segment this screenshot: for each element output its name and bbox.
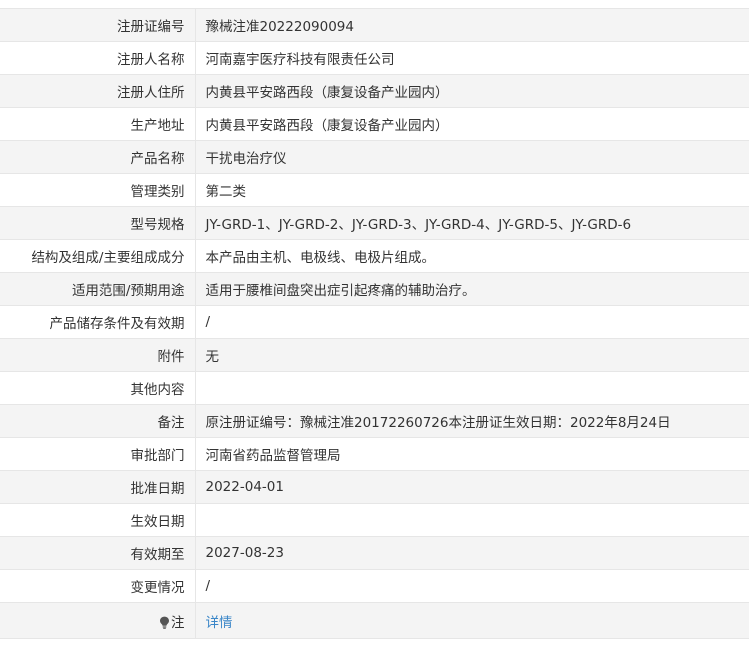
field-label: 生效日期 — [0, 503, 196, 537]
table-row: 产品名称 干扰电治疗仪 — [0, 140, 749, 174]
table-row: 适用范围/预期用途 适用于腰椎间盘突出症引起疼痛的辅助治疗。 — [0, 272, 749, 306]
field-label: 注册人住所 — [0, 74, 196, 108]
table-row: 变更情况 / — [0, 569, 749, 603]
field-value — [195, 371, 749, 405]
registration-info-table: 注册证编号 豫械注准20222090094 注册人名称 河南嘉宇医疗科技有限责任… — [0, 8, 749, 639]
table-row: 注册证编号 豫械注准20222090094 — [0, 8, 749, 42]
table-row: 型号规格 JY-GRD-1、JY-GRD-2、JY-GRD-3、JY-GRD-4… — [0, 206, 749, 240]
field-value: 第二类 — [195, 173, 749, 207]
table-row: 生效日期 — [0, 503, 749, 537]
table-row: 附件 无 — [0, 338, 749, 372]
field-value: 原注册证编号：豫械注准20172260726本注册证生效日期：2022年8月24… — [195, 404, 749, 438]
registration-detail-page: 注册证编号 豫械注准20222090094 注册人名称 河南嘉宇医疗科技有限责任… — [0, 0, 749, 666]
table-row: 注 详情 — [0, 602, 749, 639]
field-label: 型号规格 — [0, 206, 196, 240]
table-row: 注册人住所 内黄县平安路西段（康复设备产业园内） — [0, 74, 749, 108]
field-label: 注册证编号 — [0, 8, 196, 42]
field-value: 2022-04-01 — [195, 470, 749, 504]
field-value: 无 — [195, 338, 749, 372]
table-row: 结构及组成/主要组成成分 本产品由主机、电极线、电极片组成。 — [0, 239, 749, 273]
table-row: 备注 原注册证编号：豫械注准20172260726本注册证生效日期：2022年8… — [0, 404, 749, 438]
field-label: 适用范围/预期用途 — [0, 272, 196, 306]
field-value: JY-GRD-1、JY-GRD-2、JY-GRD-3、JY-GRD-4、JY-G… — [195, 206, 749, 240]
table-row: 审批部门 河南省药品监督管理局 — [0, 437, 749, 471]
field-value: 内黄县平安路西段（康复设备产业园内） — [195, 74, 749, 108]
field-label: 有效期至 — [0, 536, 196, 570]
note-label: 注 — [171, 614, 185, 631]
note-label-cell: 注 — [0, 602, 196, 639]
field-label: 管理类别 — [0, 173, 196, 207]
table-row: 管理类别 第二类 — [0, 173, 749, 207]
table-row: 其他内容 — [0, 371, 749, 405]
field-label: 变更情况 — [0, 569, 196, 603]
field-value: 河南嘉宇医疗科技有限责任公司 — [195, 41, 749, 75]
table-row: 生产地址 内黄县平安路西段（康复设备产业园内） — [0, 107, 749, 141]
field-label: 审批部门 — [0, 437, 196, 471]
lightbulb-icon — [160, 616, 169, 629]
field-value — [195, 503, 749, 537]
field-value: 豫械注准20222090094 — [195, 8, 749, 42]
field-label: 产品储存条件及有效期 — [0, 305, 196, 339]
field-label: 附件 — [0, 338, 196, 372]
field-value: 本产品由主机、电极线、电极片组成。 — [195, 239, 749, 273]
table-row: 注册人名称 河南嘉宇医疗科技有限责任公司 — [0, 41, 749, 75]
field-value: 内黄县平安路西段（康复设备产业园内） — [195, 107, 749, 141]
field-value: 河南省药品监督管理局 — [195, 437, 749, 471]
field-value: / — [195, 305, 749, 339]
table-row: 有效期至 2027-08-23 — [0, 536, 749, 570]
table-row: 批准日期 2022-04-01 — [0, 470, 749, 504]
field-label: 备注 — [0, 404, 196, 438]
note-value-cell: 详情 — [195, 602, 749, 639]
field-label: 生产地址 — [0, 107, 196, 141]
field-label: 结构及组成/主要组成成分 — [0, 239, 196, 273]
details-link[interactable]: 详情 — [206, 615, 233, 631]
field-value: / — [195, 569, 749, 603]
field-label: 注册人名称 — [0, 41, 196, 75]
field-label: 批准日期 — [0, 470, 196, 504]
field-label: 产品名称 — [0, 140, 196, 174]
field-label: 其他内容 — [0, 371, 196, 405]
field-value: 干扰电治疗仪 — [195, 140, 749, 174]
table-row: 产品储存条件及有效期 / — [0, 305, 749, 339]
field-value: 适用于腰椎间盘突出症引起疼痛的辅助治疗。 — [195, 272, 749, 306]
field-value: 2027-08-23 — [195, 536, 749, 570]
